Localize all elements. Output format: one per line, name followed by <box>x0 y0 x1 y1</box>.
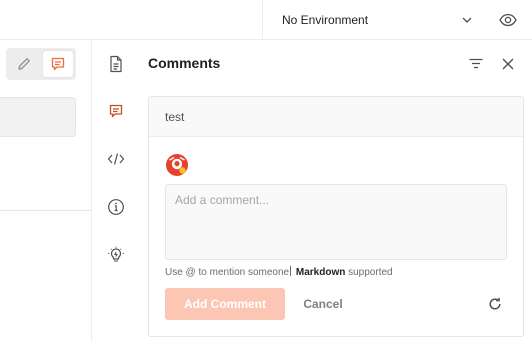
comment-icon <box>51 57 65 71</box>
mode-toggle <box>6 48 76 80</box>
close-button[interactable] <box>499 55 517 73</box>
close-icon <box>502 58 514 70</box>
mention-hint: Use @ to mention someone Markdown suppor… <box>165 266 393 278</box>
comment-mode-button[interactable] <box>43 51 73 77</box>
filter-icon <box>469 58 483 69</box>
divider <box>0 210 91 211</box>
lightbulb-icon <box>108 246 124 262</box>
request-url-field[interactable] <box>0 97 76 137</box>
comments-rail-button[interactable] <box>106 101 126 121</box>
environment-selector[interactable]: No Environment <box>263 0 485 40</box>
pencil-icon <box>18 58 30 70</box>
comment-thread: test Use @ to mention someone Markdown s… <box>148 96 524 337</box>
add-comment-button[interactable]: Add Comment <box>165 288 285 320</box>
refresh-button[interactable] <box>486 295 504 313</box>
environment-label: No Environment <box>282 13 369 27</box>
code-rail-button[interactable] <box>106 149 126 169</box>
refresh-icon <box>489 297 501 310</box>
thread-title: test <box>165 109 185 124</box>
code-icon <box>107 153 125 165</box>
markdown-label: Markdown <box>295 267 346 278</box>
divider <box>91 40 92 341</box>
edit-mode-button[interactable] <box>9 51 39 77</box>
hint-text: Use @ to mention someone <box>165 267 290 278</box>
environment-quick-look-button[interactable] <box>496 9 520 31</box>
top-bar: No Environment <box>0 0 532 40</box>
request-pane <box>0 40 91 341</box>
related-rail-button[interactable] <box>106 245 126 265</box>
eye-icon <box>499 13 517 27</box>
chevron-down-icon <box>462 17 472 23</box>
comment-input[interactable] <box>165 184 507 260</box>
cancel-button[interactable]: Cancel <box>295 288 351 320</box>
comment-icon <box>109 104 123 118</box>
document-icon <box>110 55 122 73</box>
hint-suffix: supported <box>348 267 393 278</box>
avatar[interactable] <box>165 153 189 177</box>
thread-header: test <box>149 97 523 137</box>
info-icon <box>108 199 124 215</box>
documentation-rail-button[interactable] <box>106 54 126 74</box>
panel-title: Comments <box>148 55 221 71</box>
filter-button[interactable] <box>467 55 485 73</box>
info-rail-button[interactable] <box>106 197 126 217</box>
